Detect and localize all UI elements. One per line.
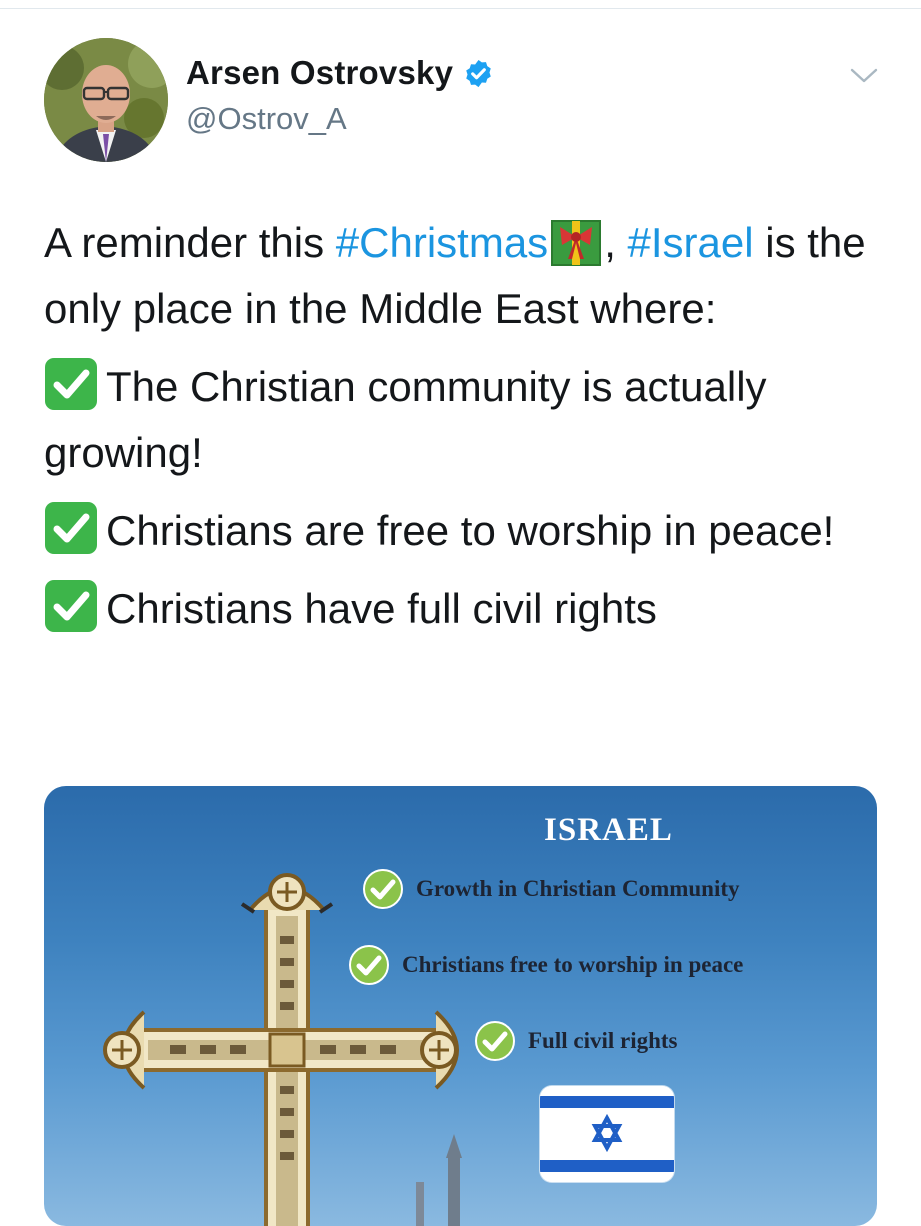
- tweet-intro: A reminder this #Christmas , #Israel is …: [44, 210, 904, 342]
- hashtag-christmas[interactable]: #Christmas: [336, 219, 548, 266]
- tweet-text: A reminder this #Christmas , #Israel is …: [44, 210, 904, 642]
- image-item: Full civil rights: [474, 1020, 678, 1062]
- tweet-point: Christians have full civil rights: [44, 576, 904, 642]
- israel-flag-icon: [540, 1086, 674, 1182]
- tweet-point: Christians are free to worship in peace!: [44, 498, 904, 564]
- point-text: The Christian community is actually grow…: [44, 363, 767, 476]
- hashtag-separator: ,: [604, 219, 628, 266]
- check-mark-icon: [44, 357, 98, 411]
- check-mark-icon: [44, 501, 98, 555]
- wrapped-gift-icon: [550, 215, 602, 267]
- image-item: Growth in Christian Community: [362, 868, 740, 910]
- point-text: Christians are free to worship in peace!: [106, 507, 835, 554]
- tweet-media-image[interactable]: ISRAEL Growth in Christian Community Chr…: [44, 786, 877, 1226]
- image-title: ISRAEL: [544, 812, 673, 848]
- image-check-icon: [474, 1020, 516, 1062]
- image-item-label: Christians free to worship in peace: [402, 952, 744, 977]
- hashtag-israel[interactable]: #Israel: [628, 219, 754, 266]
- point-text: Christians have full civil rights: [106, 585, 657, 632]
- intro-prefix: A reminder this: [44, 219, 336, 266]
- image-item-label: Full civil rights: [528, 1028, 678, 1053]
- author-display-name[interactable]: Arsen Ostrovsky: [186, 54, 453, 92]
- image-check-icon: [348, 944, 390, 986]
- image-item: Christians free to worship in peace: [348, 944, 743, 986]
- tweet-point: The Christian community is actually grow…: [44, 354, 904, 486]
- image-check-icon: [362, 868, 404, 910]
- image-item-label: Growth in Christian Community: [416, 876, 740, 901]
- ornate-cross-icon: [103, 873, 462, 1226]
- chevron-down-icon[interactable]: [848, 64, 880, 88]
- check-mark-icon: [44, 579, 98, 633]
- author-avatar[interactable]: [44, 38, 168, 162]
- tweet-header: Arsen Ostrovsky @Ostrov_A: [0, 0, 921, 180]
- verified-badge-icon: [463, 58, 494, 89]
- author-handle[interactable]: @Ostrov_A: [186, 101, 347, 137]
